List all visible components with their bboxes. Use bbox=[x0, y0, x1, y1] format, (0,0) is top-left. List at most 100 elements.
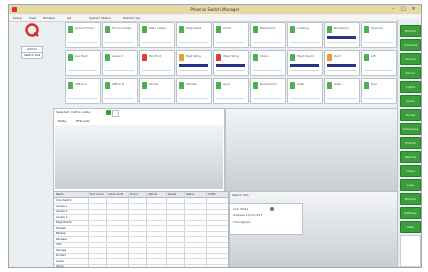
mode-label: Mode bbox=[58, 119, 67, 123]
menu-alt[interactable]: Alt bbox=[67, 16, 71, 20]
column-header[interactable]: Name bbox=[56, 193, 64, 196]
switch-tile[interactable]: Hall bbox=[361, 78, 397, 104]
action-button[interactable]: Zones bbox=[400, 109, 421, 121]
camera-panel-title: Selected: CAM 1 Lobby bbox=[56, 110, 91, 114]
switch-status-icon bbox=[142, 54, 147, 61]
switch-tile[interactable]: East Wing bbox=[176, 50, 212, 76]
switch-status-icon bbox=[179, 54, 184, 61]
switch-tile[interactable]: Roof bbox=[324, 50, 360, 76]
switch-tile[interactable]: Kitchen bbox=[176, 78, 212, 104]
action-button[interactable]: Help bbox=[400, 221, 421, 233]
action-button[interactable]: Cameras bbox=[400, 39, 421, 51]
switch-tile[interactable]: Plant Room bbox=[287, 50, 323, 76]
action-button[interactable]: Monitor bbox=[400, 25, 421, 37]
switch-status-icon bbox=[253, 82, 258, 89]
switch-status-icon bbox=[364, 82, 369, 89]
switch-tile[interactable]: Lift bbox=[361, 50, 397, 76]
table-cell-name: Wireless bbox=[56, 237, 67, 241]
selected-bar bbox=[290, 64, 319, 67]
tile-footer bbox=[290, 70, 319, 74]
action-button-column: Monitor Cameras Alarms Doors Lights Audio Zone… bbox=[397, 19, 421, 267]
switch-tile[interactable]: Fire Exit bbox=[139, 50, 175, 76]
switch-tile[interactable]: Ground Floor bbox=[65, 22, 101, 48]
switch-tile[interactable]: Stores bbox=[139, 78, 175, 104]
sidebar-switch-list-button[interactable]: Switch List bbox=[21, 52, 43, 59]
action-button[interactable]: Doors bbox=[400, 67, 421, 79]
switch-tile[interactable]: Security bbox=[361, 22, 397, 48]
action-button[interactable]: Settings bbox=[400, 207, 421, 219]
switch-tile[interactable]: Car Park bbox=[65, 50, 101, 76]
switch-tile-name: Level 2 bbox=[112, 54, 123, 58]
info-line: Throughput bbox=[233, 220, 251, 224]
title-bar: Phoenix Switch Manager – □ × bbox=[9, 5, 421, 14]
switch-tile[interactable]: Boardroom bbox=[250, 78, 286, 104]
switch-tile[interactable]: Gate bbox=[324, 78, 360, 104]
switch-tile[interactable]: West Wing bbox=[213, 50, 249, 76]
menu-setup[interactable]: Setup bbox=[13, 16, 22, 20]
switch-status-icon bbox=[290, 54, 295, 61]
column-header[interactable]: Uptime bbox=[148, 193, 157, 196]
tile-footer bbox=[216, 70, 245, 74]
switch-tile[interactable]: High Desk bbox=[176, 22, 212, 48]
switch-tile[interactable]: Forum Lobby bbox=[102, 22, 138, 48]
switch-tile[interactable]: Stairs bbox=[250, 50, 286, 76]
switch-status-icon bbox=[216, 26, 221, 33]
menu-bar: Setup View Window Alt System Status Moni… bbox=[9, 15, 421, 22]
menu-window[interactable]: Window bbox=[43, 16, 55, 20]
close-icon[interactable]: × bbox=[409, 6, 418, 12]
column-header[interactable]: Errors bbox=[130, 193, 138, 196]
switch-tile[interactable]: Main Lobby bbox=[139, 22, 175, 48]
column-header[interactable]: Port Count bbox=[90, 193, 104, 196]
switch-tile-name: High Desk bbox=[186, 26, 202, 30]
column-header[interactable]: Status bbox=[186, 193, 194, 196]
switch-tile[interactable]: Office A bbox=[65, 78, 101, 104]
action-button[interactable]: Events bbox=[400, 137, 421, 149]
column-header[interactable]: Speed bbox=[168, 193, 176, 196]
switch-tile-grid: Ground Floor Forum Lobby Main Lobby High De… bbox=[65, 22, 398, 107]
table-cell-name: Spare bbox=[56, 265, 64, 268]
action-button[interactable]: Reports bbox=[400, 151, 421, 163]
switch-tile[interactable]: Loading bbox=[287, 22, 323, 48]
action-button[interactable]: Lights bbox=[400, 81, 421, 93]
switch-tile[interactable]: Gym bbox=[213, 78, 249, 104]
tile-footer bbox=[364, 42, 393, 46]
info-panel-title: Switch Info bbox=[232, 193, 249, 197]
action-button[interactable]: Schedules bbox=[400, 123, 421, 135]
app-window: Phoenix Switch Manager – □ × Setup View … bbox=[8, 4, 422, 268]
tile-footer bbox=[327, 70, 356, 74]
minimize-icon[interactable]: – bbox=[389, 6, 398, 12]
switch-tile[interactable]: Office B bbox=[102, 78, 138, 104]
switch-tile[interactable]: Cafe bbox=[287, 78, 323, 104]
action-button[interactable]: Logs bbox=[400, 179, 421, 191]
switch-tile-name: Hall bbox=[371, 82, 377, 86]
tile-footer bbox=[105, 70, 134, 74]
switch-status-icon bbox=[327, 82, 332, 89]
play-button[interactable] bbox=[106, 110, 111, 115]
menu-view[interactable]: View bbox=[29, 16, 36, 20]
action-button[interactable]: Backup bbox=[400, 193, 421, 205]
switch-tile[interactable]: Level 2 bbox=[102, 50, 138, 76]
tile-footer bbox=[179, 98, 208, 102]
menu-system-status[interactable]: System Status bbox=[89, 16, 111, 20]
action-button[interactable]: Users bbox=[400, 165, 421, 177]
switch-status-icon bbox=[290, 82, 295, 89]
camera-panel: Selected: CAM 1 Lobby Mode PTZ Auto bbox=[53, 108, 225, 192]
switch-tile[interactable]: Reception bbox=[324, 22, 360, 48]
tile-footer bbox=[142, 98, 171, 102]
menu-monitor-view[interactable]: Monitor Vie bbox=[123, 16, 140, 20]
action-button[interactable]: Alarms bbox=[400, 53, 421, 65]
column-header[interactable]: Traffic bbox=[208, 193, 216, 196]
switch-tile-name: Gate bbox=[334, 82, 342, 86]
column-header[interactable]: Active Ports bbox=[108, 193, 123, 196]
switch-tile-name: West Wing bbox=[223, 54, 239, 58]
table-row[interactable]: Spare bbox=[54, 264, 228, 268]
switch-status-icon bbox=[327, 54, 332, 61]
switch-tile-name: Cafe bbox=[297, 82, 304, 86]
switch-tile[interactable]: Basement bbox=[250, 22, 286, 48]
app-icon bbox=[12, 7, 17, 12]
switch-tile[interactable]: CCTV bbox=[213, 22, 249, 48]
action-button[interactable]: Audio bbox=[400, 95, 421, 107]
switch-tile-name: Reception bbox=[334, 26, 349, 30]
maximize-icon[interactable]: □ bbox=[399, 6, 408, 12]
settings-button[interactable] bbox=[112, 110, 119, 117]
